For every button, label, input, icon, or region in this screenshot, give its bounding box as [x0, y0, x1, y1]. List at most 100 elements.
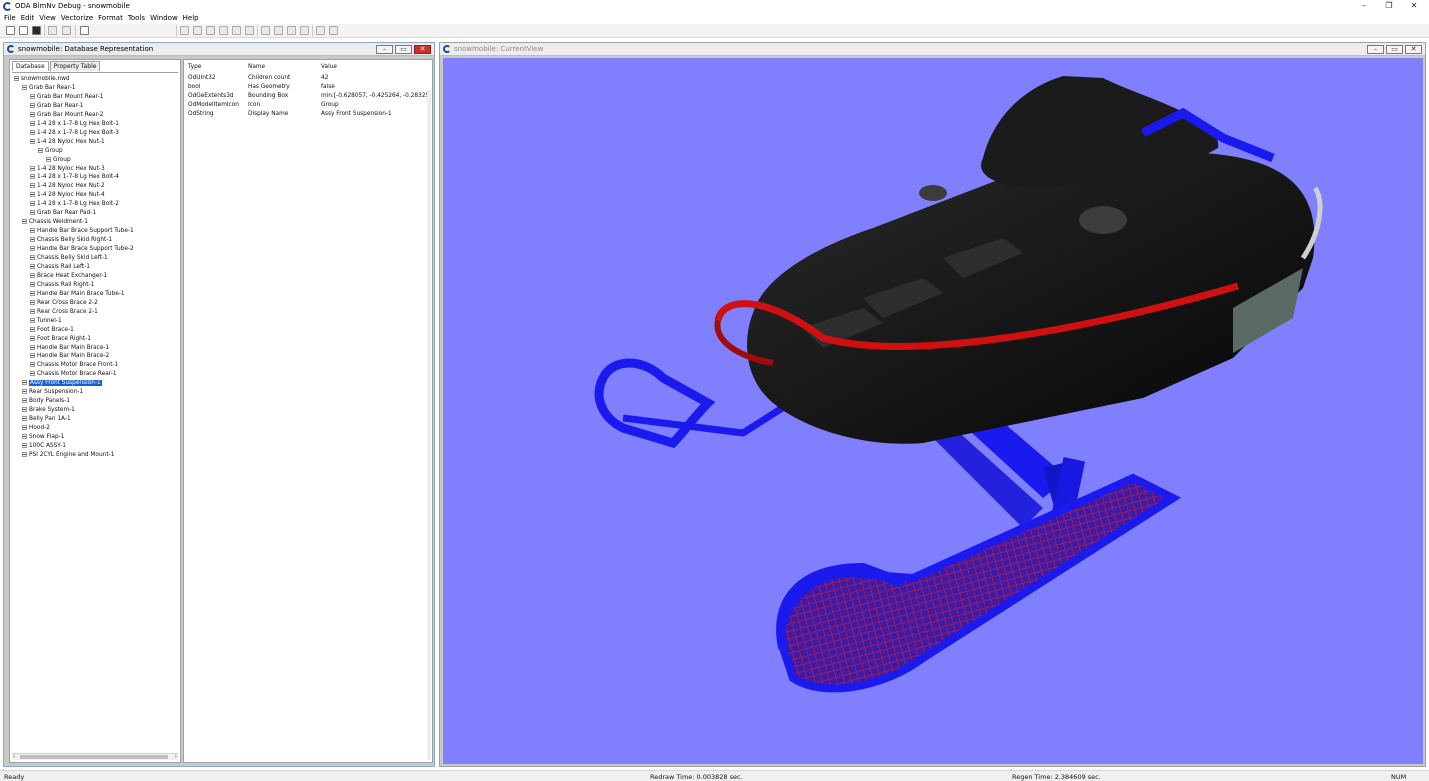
menu-help[interactable]: Help — [183, 13, 204, 23]
expand-toggle-icon[interactable] — [30, 129, 35, 135]
tree-item[interactable]: Chassis Belly Skid Right-1 — [30, 236, 112, 245]
tree-item[interactable]: Group — [38, 147, 63, 156]
expand-toggle-icon[interactable] — [30, 93, 35, 99]
tree-item[interactable]: 1-4 28 Nyloc Hex Nut-3 — [30, 165, 105, 174]
open-file-icon[interactable] — [19, 26, 28, 35]
view-close-button[interactable]: ✕ — [1405, 45, 1422, 54]
expand-toggle-icon[interactable] — [30, 335, 35, 341]
header-type[interactable]: Type — [188, 63, 248, 72]
expand-toggle-icon[interactable] — [30, 120, 35, 126]
expand-toggle-icon[interactable] — [30, 362, 35, 368]
print-icon[interactable] — [48, 26, 57, 35]
property-row[interactable]: OdUInt32 Children count 42 — [188, 74, 430, 83]
expand-toggle-icon[interactable] — [30, 290, 35, 296]
expand-toggle-icon[interactable] — [22, 425, 27, 431]
database-tree[interactable]: snowmobile.nwd Grab Bar Rear-1 Grab Bar Mo… — [12, 72, 178, 752]
restore-button[interactable]: ❐ — [1377, 0, 1401, 13]
expand-toggle-icon[interactable] — [30, 174, 35, 180]
minimize-button[interactable]: – — [1352, 0, 1376, 13]
tree-item[interactable]: Body Panels-1 — [22, 397, 70, 406]
tree-item[interactable]: Handle Bar Main Brace-1 — [30, 344, 109, 353]
save-icon[interactable] — [32, 26, 41, 35]
view-window-titlebar[interactable]: snowmobile: CurrentView – ▭ ✕ — [440, 43, 1425, 56]
tree-horizontal-scrollbar[interactable]: ‹ › — [12, 753, 178, 760]
tree-item[interactable]: Handle Bar Brace Support Tube-2 — [30, 245, 134, 254]
expand-toggle-icon[interactable] — [22, 416, 27, 422]
expand-toggle-icon[interactable] — [30, 210, 35, 216]
expand-toggle-icon[interactable] — [30, 353, 35, 359]
zoom-in-icon[interactable] — [193, 26, 202, 35]
expand-toggle-icon[interactable] — [22, 442, 27, 448]
tree-item[interactable]: Grab Bar Mount Rear-1 — [30, 93, 103, 102]
scroll-thumb[interactable] — [20, 755, 168, 759]
render-icon[interactable] — [329, 26, 338, 35]
expand-toggle-icon[interactable] — [30, 299, 35, 305]
expand-toggle-icon[interactable] — [22, 389, 27, 395]
child-restore-button[interactable]: ▭ — [395, 45, 412, 54]
tree-item[interactable]: Brake System-1 — [22, 406, 75, 415]
expand-toggle-icon[interactable] — [22, 380, 27, 386]
expand-toggle-icon[interactable] — [30, 228, 35, 234]
property-row[interactable]: OdString Display Name Assy Front Suspensio… — [188, 110, 430, 119]
tab-database[interactable]: Database — [12, 61, 49, 71]
tree-item[interactable]: Grab Bar Mount Rear-2 — [30, 111, 103, 120]
expand-toggle-icon[interactable] — [14, 76, 19, 81]
tree-item[interactable]: 1-4 28 x 1-7-8 Lg Hex Bolt-3 — [30, 129, 119, 138]
expand-toggle-icon[interactable] — [30, 344, 35, 350]
expand-toggle-icon[interactable] — [30, 371, 35, 377]
expand-toggle-icon[interactable] — [30, 246, 35, 252]
property-row[interactable]: OdGeExtents3d Bounding Box min:[-0.628057,… — [188, 92, 430, 101]
expand-toggle-icon[interactable] — [30, 201, 35, 207]
tree-item[interactable]: 100C ASSY-1 — [22, 442, 66, 451]
tree-item[interactable]: Handle Bar Main Brace-2 — [30, 352, 109, 361]
menu-vectorize[interactable]: Vectorize — [61, 13, 98, 23]
expand-toggle-icon[interactable] — [30, 183, 35, 189]
tree-item[interactable]: Belly Pan 1A-1 — [22, 415, 71, 424]
tree-item[interactable]: 1-4 28 x 1-7-8 Lg Hex Bolt-1 — [30, 120, 119, 129]
tree-item[interactable]: Brace Heat Exchanger-1 — [30, 272, 107, 281]
expand-toggle-icon[interactable] — [30, 102, 35, 108]
header-value[interactable]: Value — [321, 63, 429, 72]
zoom-extents-icon[interactable] — [180, 26, 189, 35]
menu-tools[interactable]: Tools — [128, 13, 150, 23]
tree-item[interactable]: Chassis Rail Left-1 — [30, 263, 90, 272]
tree-item[interactable]: snowmobile.nwd — [14, 75, 70, 84]
view-box2-icon[interactable] — [274, 26, 283, 35]
scroll-right-icon[interactable]: › — [175, 753, 177, 760]
expand-toggle-icon[interactable] — [30, 317, 35, 323]
expand-toggle-icon[interactable] — [30, 272, 35, 278]
tree-item[interactable]: Foot Brace Right-1 — [30, 335, 91, 344]
expand-toggle-icon[interactable] — [22, 451, 27, 457]
tree-item[interactable]: 1-4 28 Nyloc Hex Nut-1 — [30, 138, 105, 147]
tree-item[interactable]: Handle Bar Main Brace Tube-1 — [30, 290, 125, 299]
expand-toggle-icon[interactable] — [30, 281, 35, 287]
expand-toggle-icon[interactable] — [30, 237, 35, 243]
tree-item[interactable]: Rear Cross Brace 2-2 — [30, 299, 98, 308]
tree-item[interactable]: Assy Front Suspension-1 — [22, 379, 102, 388]
new-file-icon[interactable] — [6, 26, 15, 35]
tree-item[interactable]: Foot Brace-1 — [30, 326, 74, 335]
expand-toggle-icon[interactable] — [38, 147, 43, 153]
tree-item[interactable]: PSI 2CYL Engine and Mount-1 — [22, 451, 114, 460]
tree-item[interactable]: Grab Bar Rear-1 — [22, 84, 75, 93]
tree-item[interactable]: Group — [46, 156, 71, 165]
zoom-previous-icon[interactable] — [232, 26, 241, 35]
tree-item[interactable]: Grab Bar Rear Pad-1 — [30, 209, 96, 218]
view-box-icon[interactable] — [261, 26, 270, 35]
property-row[interactable]: OdModelItemIcon Icon Group — [188, 101, 430, 110]
tree-item[interactable]: 1-4 28 Nyloc Hex Nut-4 — [30, 191, 105, 200]
menu-view[interactable]: View — [39, 13, 61, 23]
expand-toggle-icon[interactable] — [30, 326, 35, 332]
zoom-out-icon[interactable] — [206, 26, 215, 35]
tree-item[interactable]: Rear Suspension-1 — [22, 388, 83, 397]
print-preview-icon[interactable] — [62, 26, 71, 35]
scroll-left-icon[interactable]: ‹ — [13, 753, 15, 760]
tree-item[interactable]: Chassis Weldment-1 — [22, 218, 88, 227]
expand-toggle-icon[interactable] — [22, 398, 27, 404]
3d-viewport[interactable] — [443, 58, 1423, 764]
expand-toggle-icon[interactable] — [30, 308, 35, 314]
expand-toggle-icon[interactable] — [46, 156, 51, 162]
orbit-icon[interactable] — [245, 26, 254, 35]
tree-item[interactable]: Chassis Rail Right-1 — [30, 281, 94, 290]
property-row[interactable]: bool Has Geometry false — [188, 83, 430, 92]
